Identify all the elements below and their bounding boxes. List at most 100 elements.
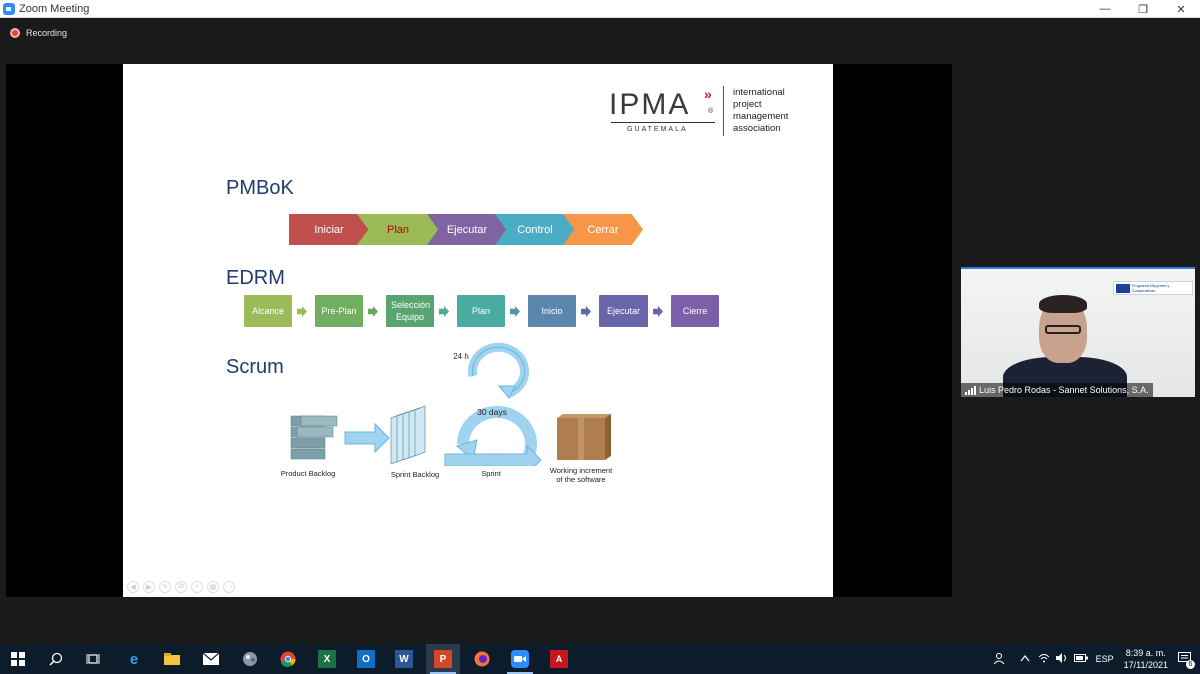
wall-banner-text: Programa Mipymes y Cooperativas — [1131, 283, 1170, 293]
edrm-step: Cierre — [671, 295, 719, 327]
restore-button[interactable]: ❐ — [1124, 0, 1162, 18]
previous-slide-icon[interactable]: ◀ — [127, 581, 139, 593]
windows-start-icon[interactable] — [9, 650, 27, 668]
participant-name: Luis Pedro Rodas - Sannet Solutions, S.A… — [979, 385, 1149, 395]
window-titlebar: Zoom Meeting — ❐ ✕ — [0, 0, 1200, 18]
mail-icon[interactable] — [202, 650, 220, 668]
participant-name-label: Luis Pedro Rodas - Sannet Solutions, S.A… — [961, 383, 1153, 397]
clock-date: 17/11/2021 — [1123, 660, 1168, 670]
sprint-backlog-icon — [390, 405, 426, 465]
edrm-title: EDRM — [226, 267, 285, 289]
battery-icon[interactable] — [1073, 654, 1088, 664]
edrm-arrow-icon — [368, 306, 378, 317]
pmbok-step-label: Control — [517, 223, 553, 236]
pmbok-step: Cerrar — [563, 214, 643, 245]
clock-time: 8:39 a. m. — [1125, 648, 1166, 658]
logo-wordmark: IPMA — [609, 88, 691, 121]
recording-icon — [10, 28, 20, 38]
flow-arrow-icon — [444, 444, 542, 466]
logo-rule — [611, 122, 715, 123]
more-options-icon[interactable]: ⋯ — [223, 581, 235, 593]
edrm-arrow-icon — [297, 306, 307, 317]
edrm-arrow-icon — [653, 306, 663, 317]
logo-tagline-line: project — [733, 99, 762, 110]
firefox-icon[interactable] — [473, 650, 491, 668]
logo-tagline-line: association — [733, 123, 781, 134]
meeting-bottom-strip — [0, 597, 1200, 644]
pmbok-step-label: Cerrar — [587, 223, 619, 236]
presentation-slide: IPMA » ® GUATEMALA international project… — [123, 64, 833, 597]
pen-icon[interactable]: ✎ — [159, 581, 171, 593]
sprint-backlog-label: Sprint Backlog — [390, 470, 440, 479]
pmbok-step-label: Iniciar — [314, 223, 344, 236]
edrm-step: Ejecutar — [599, 295, 648, 327]
edrm-step-label: Inicio — [541, 306, 563, 316]
logo-divider — [723, 86, 724, 136]
recording-indicator[interactable]: Recording — [10, 28, 67, 38]
edrm-step-label: Selección Equipo — [391, 300, 431, 322]
search-icon[interactable] — [47, 650, 65, 668]
zoom-app-icon — [3, 2, 15, 15]
wall-banner: Programa Mipymes y Cooperativas — [1113, 281, 1193, 295]
outlook-icon[interactable]: O — [357, 650, 375, 668]
product-backlog-icon — [290, 415, 338, 460]
close-button[interactable]: ✕ — [1162, 0, 1200, 18]
pmbok-step: Control — [495, 214, 575, 245]
software-increment-box-icon — [557, 414, 611, 460]
chrome-icon[interactable] — [279, 650, 297, 668]
edge-icon[interactable]: e — [125, 650, 143, 668]
edrm-step-label: Alcance — [251, 306, 285, 316]
file-explorer-icon[interactable] — [163, 650, 181, 668]
sprint-cycle-label: 30 days — [477, 407, 507, 417]
edrm-arrow-icon — [510, 306, 520, 317]
system-tray: ESP 8:39 a. m. 17/11/2021 6 — [993, 644, 1200, 674]
task-view-icon[interactable] — [84, 650, 102, 668]
volume-icon[interactable] — [1055, 653, 1068, 665]
recording-label: Recording — [26, 28, 68, 38]
input-language[interactable]: ESP — [1096, 654, 1114, 664]
edrm-step-label: Ejecutar — [606, 306, 641, 316]
subtitles-icon[interactable]: ▦ — [207, 581, 219, 593]
excel-icon[interactable]: X — [318, 650, 336, 668]
powerpoint-icon[interactable]: P — [434, 650, 452, 668]
minimize-button[interactable]: — — [1086, 0, 1124, 18]
slideshow-nav-toolbar: ◀ ▶ ✎ ⧉ ⌕ ▦ ⋯ — [127, 581, 235, 593]
increment-label-line: Working increment — [549, 466, 613, 475]
sprint-label: Sprint — [481, 469, 501, 478]
chevron-up-icon[interactable] — [1020, 654, 1030, 664]
participant-glasses — [1045, 325, 1081, 334]
edrm-step: Inicio — [528, 295, 576, 327]
zoom-taskbar-icon[interactable] — [511, 650, 529, 668]
logo-tagline: international project management associa… — [733, 87, 788, 135]
product-backlog-label: Product Backlog — [280, 469, 336, 478]
paint-3d-icon[interactable] — [241, 650, 259, 668]
increment-label: Working increment of the software — [539, 466, 623, 484]
clock[interactable]: 8:39 a. m. 17/11/2021 — [1124, 647, 1168, 671]
people-icon[interactable] — [993, 652, 1006, 666]
participant-hair — [1039, 295, 1087, 313]
edrm-arrow-icon — [581, 306, 591, 317]
wifi-icon[interactable] — [1038, 653, 1050, 665]
window-controls: — ❐ ✕ — [1086, 0, 1200, 18]
next-slide-icon[interactable]: ▶ — [143, 581, 155, 593]
notification-count-badge: 6 — [1186, 660, 1195, 669]
zoom-icon[interactable]: ⌕ — [191, 581, 203, 593]
flow-arrow-icon — [344, 422, 390, 454]
edrm-step: Plan — [457, 295, 505, 327]
acrobat-icon[interactable]: A — [550, 650, 568, 668]
pmbok-step: Ejecutar — [427, 214, 507, 245]
edrm-step: Alcance — [244, 295, 292, 327]
logo-registered-mark: ® — [708, 108, 714, 115]
window-title: Zoom Meeting — [19, 2, 90, 15]
pmbok-title: PMBoK — [226, 177, 294, 199]
logo-country: GUATEMALA — [627, 126, 688, 133]
see-all-slides-icon[interactable]: ⧉ — [175, 581, 187, 593]
participant-video-tile[interactable]: Programa Mipymes y Cooperativas Luis Ped… — [961, 267, 1195, 397]
notifications-icon[interactable]: 6 — [1178, 652, 1195, 669]
windows-taskbar: e X O W P A ESP 8:39 a. m. 17/11/2021 6 — [0, 644, 1200, 674]
edrm-step: Pre-Plan — [315, 295, 363, 327]
word-icon[interactable]: W — [395, 650, 413, 668]
logo-tagline-line: management — [733, 111, 789, 122]
edrm-step: Selección Equipo — [386, 295, 434, 327]
logo-tagline-line: international — [733, 87, 785, 98]
